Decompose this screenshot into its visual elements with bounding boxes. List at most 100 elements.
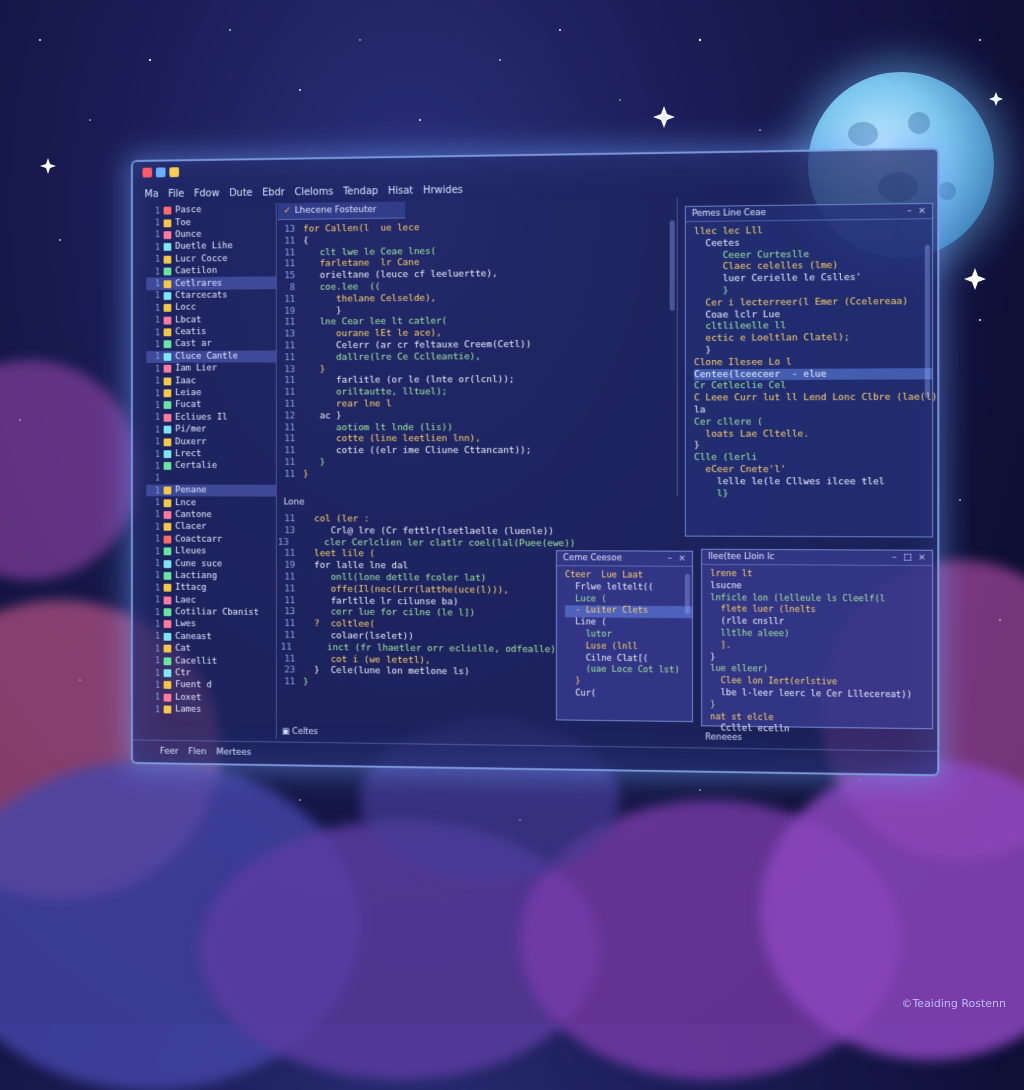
- code-line[interactable]: Cer i lecterreer(l Emer (Ccelereaa): [694, 295, 932, 309]
- tree-item[interactable]: 1 Lbcat: [146, 313, 275, 326]
- tree-item[interactable]: 1 Ctarcecats: [146, 289, 275, 302]
- tree-item[interactable]: 1 Cune suce: [146, 557, 275, 570]
- code-line[interactable]: C Leee Curr lut ll Lend Lonc Clbre (lae(…: [694, 392, 939, 405]
- code-line[interactable]: 11}: [278, 676, 556, 691]
- file-icon: [163, 377, 172, 386]
- code-line[interactable]: Cer cllere (: [694, 416, 932, 428]
- code-line[interactable]: 11 col (ler :: [278, 513, 556, 526]
- minimize-icon[interactable]: –: [668, 554, 673, 564]
- code-line[interactable]: Cur(: [565, 688, 692, 701]
- editor-status-tab[interactable]: ▣ Celtes: [282, 727, 318, 737]
- tree-item[interactable]: 1 Ecliues Il: [146, 411, 275, 423]
- line-number: 11: [284, 618, 296, 630]
- popup-panel-a[interactable]: Ceme Ceesoe – × Cteer Lue Laat Frlwe lelt…: [555, 550, 693, 723]
- close-icon[interactable]: ×: [918, 206, 926, 216]
- tree-item[interactable]: 1 Ceatis: [146, 326, 275, 339]
- close-icon[interactable]: ×: [918, 553, 926, 563]
- code-text: farlitle (or le (lnte or(lcnl));: [303, 374, 515, 387]
- code-line[interactable]: }: [694, 440, 932, 452]
- tree-item[interactable]: 1 Cantone: [146, 509, 275, 522]
- tree-item[interactable]: 1 Lames: [146, 703, 275, 717]
- tree-item[interactable]: 1 Certalie: [146, 460, 275, 472]
- code-line[interactable]: 11 rear lne l: [278, 397, 677, 410]
- tree-item[interactable]: 1 Lwes: [146, 618, 275, 631]
- code-line[interactable]: Frlwe leltelt((: [565, 582, 692, 595]
- code-line[interactable]: 11 cotie ((elr ime Cliune Cttancant));: [278, 445, 677, 457]
- tree-item[interactable]: 1 Clacer: [146, 521, 275, 534]
- code-line[interactable]: 11 aotiom lt lnde (lis)): [278, 421, 677, 433]
- code-line[interactable]: Clone Ilesee Lo l: [694, 356, 932, 369]
- status-item[interactable]: Feer: [160, 747, 179, 757]
- tree-item[interactable]: 1 Cluce Cantle: [146, 350, 276, 363]
- tree-item[interactable]: 1 Leiae: [146, 387, 275, 400]
- tree-item[interactable]: 1 Cast ar: [146, 338, 275, 351]
- secondary-editor[interactable]: Lone 11 col (ler :13 Crl@ lre (Cr fettlr…: [278, 498, 576, 717]
- code-line[interactable]: lelle le(le Cllwes ilcee tlel: [694, 476, 932, 488]
- menu-item[interactable]: Fdow: [194, 188, 220, 199]
- tree-item[interactable]: 1 Cotiliar Cbanist: [146, 606, 275, 619]
- code-line[interactable]: Cr Cetleclie Cel: [694, 380, 932, 393]
- line-number: 11: [284, 258, 296, 270]
- tree-item[interactable]: 1: [146, 472, 275, 484]
- tree-item[interactable]: 1 Lnce: [146, 497, 275, 509]
- scrollbar[interactable]: [684, 573, 690, 615]
- code-line[interactable]: Clle (lerli: [694, 452, 932, 464]
- menu-item[interactable]: Hisat: [388, 185, 413, 196]
- tree-item[interactable]: 1 Lrect: [146, 448, 275, 460]
- code-line[interactable]: la: [694, 404, 932, 417]
- menu-item[interactable]: Tendap: [343, 186, 378, 197]
- tree-item[interactable]: 1 Fucat: [146, 399, 275, 412]
- tree-item[interactable]: 1 Ittacg: [146, 582, 275, 595]
- minimize-icon[interactable]: –: [907, 206, 912, 216]
- maximize-icon[interactable]: □: [903, 553, 912, 563]
- code-line[interactable]: Line (: [565, 617, 692, 630]
- code-line[interactable]: Centee(lceeceer - elue: [693, 367, 933, 381]
- code-line[interactable]: 13 Crl@ lre (Cr fettlr(lsetlaelle (luenl…: [278, 525, 556, 538]
- menu-item[interactable]: Hrwides: [423, 184, 463, 195]
- menu-item[interactable]: Cleloms: [294, 186, 333, 197]
- code-line[interactable]: 11 cotte (line leetlien lnn),: [278, 433, 677, 445]
- code-line[interactable]: 11 }: [278, 457, 677, 469]
- code-line[interactable]: Luce (: [565, 594, 692, 607]
- code-line[interactable]: Cteer Lue Laat: [565, 570, 692, 583]
- code-line[interactable]: lltlhe aleee): [710, 628, 932, 642]
- minimize-icon[interactable]: –: [892, 553, 897, 563]
- tree-item[interactable]: 1 Penane: [146, 484, 276, 497]
- tree-item[interactable]: 1 Iaac: [146, 375, 275, 388]
- code-line[interactable]: - Luiter Clets: [564, 605, 692, 619]
- editor-tab-label: Lhecene Fosteuter: [294, 204, 377, 216]
- scrollbar[interactable]: [924, 244, 930, 398]
- code-line[interactable]: 12 ac }: [278, 409, 677, 422]
- code-line[interactable]: eCeer Cnete'l': [694, 464, 932, 476]
- code-line[interactable]: Ccllel ecelln: [710, 724, 932, 739]
- menu-item[interactable]: Dute: [229, 187, 252, 198]
- code-line[interactable]: 11}: [278, 469, 677, 481]
- tree-item[interactable]: 1 Lactiang: [146, 570, 275, 583]
- status-item[interactable]: Mertees: [216, 747, 251, 757]
- close-icon[interactable]: ×: [678, 554, 686, 564]
- tree-item[interactable]: 1 Laec: [146, 594, 275, 607]
- right-code-panel[interactable]: Pemes Line Ceae – × llec lec Lll Ceetes C…: [684, 202, 939, 538]
- tree-item[interactable]: 1 Pi/mer: [146, 424, 275, 436]
- tree-item[interactable]: 1 Cetlrares: [146, 276, 276, 291]
- editor-tab[interactable]: ✓ Lhecene Fosteuter: [277, 201, 406, 221]
- tree-item[interactable]: 1 Locc: [146, 301, 275, 314]
- code-line[interactable]: l}: [694, 488, 932, 500]
- code-line[interactable]: (uae Loce Cot lst): [565, 665, 692, 678]
- line-number: 11: [284, 235, 296, 247]
- menu-item[interactable]: Ma: [144, 189, 158, 200]
- tree-item[interactable]: 1 Lleues: [146, 545, 275, 558]
- menu-item[interactable]: File: [168, 188, 184, 199]
- menu-item[interactable]: Ebdr: [262, 187, 284, 198]
- code-editor[interactable]: ✓ Lhecene Fosteuter 13 for Callen(l ue le…: [277, 198, 678, 497]
- status-item[interactable]: Flen: [188, 747, 206, 757]
- tree-item[interactable]: 1 Iam Lier: [146, 362, 275, 375]
- code-line[interactable]: loats Lae Cltelle.: [694, 428, 932, 440]
- tree-item[interactable]: 1 Coactcarr: [146, 533, 275, 546]
- code-text: ? coltlee(: [303, 618, 375, 630]
- code-line[interactable]: lrene lt: [710, 569, 932, 582]
- tree-item[interactable]: 1 Duxerr: [146, 436, 275, 448]
- code-lines: 11 col (ler :13 Crl@ lre (Cr fettlr(lset…: [278, 509, 576, 691]
- popup-panel-b[interactable]: Ilee(tee Lloin lc – □ × lrene lt lsucne lnfi…: [701, 548, 934, 735]
- scrollbar[interactable]: [669, 220, 675, 311]
